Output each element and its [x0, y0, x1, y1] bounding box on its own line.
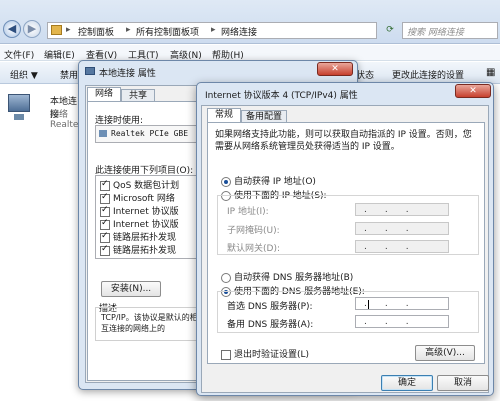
- advanced-button[interactable]: 高级(V)...: [415, 345, 475, 361]
- checkbox-box[interactable]: [221, 349, 231, 360]
- close-button[interactable]: ✕: [455, 84, 491, 98]
- items-list[interactable]: QoS 数据包计划 Microsoft 网络 Internet 协议版 Inte…: [95, 175, 205, 259]
- intro-text: 如果网络支持此功能，则可以获取自动指派的 IP 设置。否则，您需要从网络系统管理…: [215, 130, 472, 152]
- tab-general[interactable]: 常规: [207, 108, 241, 123]
- menu-file[interactable]: 文件(F): [4, 48, 34, 61]
- list-item-label: 链路层拓扑发现: [113, 246, 177, 256]
- ipv4-properties-dialog: Internet 协议版本 4 (TCP/IPv4) 属性 ✕ 常规 备用配置 …: [196, 82, 494, 396]
- list-item[interactable]: QoS 数据包计划: [100, 178, 179, 191]
- install-button[interactable]: 安装(N)...: [101, 281, 161, 297]
- breadcrumb-1[interactable]: 所有控制面板项: [136, 25, 199, 38]
- folder-icon: [51, 25, 62, 35]
- ip-dots: ...: [364, 205, 427, 215]
- validate-label: 退出时验证设置(L): [234, 350, 310, 360]
- network-cable-icon: [14, 114, 24, 120]
- item-checkbox[interactable]: [100, 205, 110, 217]
- disable-button[interactable]: 禁用: [60, 68, 78, 81]
- gateway-label: 默认网关(D):: [227, 244, 280, 254]
- adapter-field-text: Realtek PCIe GBE: [111, 129, 189, 138]
- gateway-field: ...: [355, 240, 449, 253]
- auto-dns-label: 自动获得 DNS 服务器地址(B): [234, 273, 354, 283]
- list-item-label: 链路层拓扑发现: [113, 233, 177, 243]
- subnet-mask-label: 子网掩码(U):: [227, 226, 280, 236]
- radio-dot[interactable]: [221, 176, 231, 187]
- list-item-label: QoS 数据包计划: [113, 181, 180, 191]
- item-checkbox[interactable]: [100, 218, 110, 230]
- list-item-label: Microsoft 网络: [113, 194, 175, 204]
- address-row: ◀ ▶ 控制面板 所有控制面板项 网络连接 ▸ ▸ ▸ ⟳ 搜索 网络连接: [0, 0, 500, 44]
- cancel-button[interactable]: 取消: [437, 375, 489, 391]
- organize-button[interactable]: 组织 ▼: [10, 68, 38, 81]
- mask-dots: ...: [364, 224, 427, 234]
- adapter-network: 网络: [50, 110, 69, 120]
- gateway-dots: ...: [364, 242, 427, 252]
- list-item[interactable]: 链路层拓扑发现: [100, 243, 176, 256]
- alternate-dns-label: 备用 DNS 服务器(A):: [227, 320, 314, 330]
- auto-ip-label: 自动获得 IP 地址(O): [234, 177, 316, 187]
- dialog-title: 本地连接 属性: [99, 69, 156, 79]
- dns2-dots: ...: [364, 317, 427, 327]
- item-checkbox[interactable]: [100, 179, 110, 191]
- preferred-dns-label: 首选 DNS 服务器(P):: [227, 302, 313, 312]
- network-icon: [85, 67, 95, 75]
- menu-edit[interactable]: 编辑(E): [44, 48, 75, 61]
- back-button[interactable]: ◀: [3, 20, 21, 38]
- forward-button[interactable]: ▶: [23, 20, 41, 38]
- radio-dot[interactable]: [221, 272, 231, 283]
- list-item[interactable]: Microsoft 网络: [100, 191, 175, 204]
- list-item[interactable]: 链路层拓扑发现: [100, 230, 176, 243]
- status-button[interactable]: 状态: [356, 68, 374, 81]
- search-input[interactable]: 搜索 网络连接: [402, 22, 498, 39]
- nic-icon: [99, 130, 107, 137]
- validate-checkbox[interactable]: 退出时验证设置(L): [221, 347, 309, 360]
- item-checkbox[interactable]: [100, 244, 110, 256]
- adapter-field: Realtek PCIe GBE: [95, 125, 205, 143]
- list-item[interactable]: Internet 协议版: [100, 217, 179, 230]
- alternate-dns-field[interactable]: ...: [355, 315, 449, 328]
- item-checkbox[interactable]: [100, 192, 110, 204]
- breadcrumb-2[interactable]: 网络连接: [221, 25, 257, 38]
- view-options-icon[interactable]: ▦: [486, 67, 495, 78]
- address-bar[interactable]: 控制面板 所有控制面板项 网络连接 ▸ ▸ ▸: [47, 22, 377, 39]
- dns1-dots: ...: [364, 299, 427, 309]
- list-item-label: Internet 协议版: [113, 220, 179, 230]
- ip-address-label: IP 地址(I):: [227, 207, 269, 217]
- list-item-label: Internet 协议版: [113, 207, 179, 217]
- description-text: TCP/IP。该协议是默认的相互连接的网络上的: [101, 313, 198, 333]
- ip-address-field: ...: [355, 203, 449, 216]
- menu-bar: 文件(F) 编辑(E) 查看(V) 工具(T) 高级(N) 帮助(H): [0, 45, 500, 61]
- chevron-right-icon: ▸: [66, 25, 71, 35]
- search-placeholder: 搜索 网络连接: [407, 28, 464, 38]
- network-adapter-icon: [8, 94, 30, 112]
- adapter-item[interactable]: 本地连接 网络 Realte: [4, 88, 80, 136]
- refresh-button[interactable]: ⟳: [381, 22, 399, 39]
- tab-network[interactable]: 网络: [87, 87, 121, 102]
- auto-dns-radio[interactable]: 自动获得 DNS 服务器地址(B): [221, 270, 353, 283]
- change-settings-button[interactable]: 更改此连接的设置: [392, 68, 464, 81]
- breadcrumb-0[interactable]: 控制面板: [78, 25, 114, 38]
- preferred-dns-field[interactable]: ...: [355, 297, 449, 310]
- item-checkbox[interactable]: [100, 231, 110, 243]
- adapter-device: Realte: [50, 120, 79, 130]
- auto-ip-radio[interactable]: 自动获得 IP 地址(O): [221, 174, 316, 187]
- chevron-right-icon: ▸: [211, 25, 216, 35]
- chevron-right-icon: ▸: [126, 25, 131, 35]
- close-button[interactable]: ✕: [317, 62, 353, 76]
- list-item[interactable]: Internet 协议版: [100, 204, 179, 217]
- subnet-mask-field: ...: [355, 222, 449, 235]
- ipv4-dialog-title: Internet 协议版本 4 (TCP/IPv4) 属性: [205, 91, 358, 101]
- ok-button[interactable]: 确定: [381, 375, 433, 391]
